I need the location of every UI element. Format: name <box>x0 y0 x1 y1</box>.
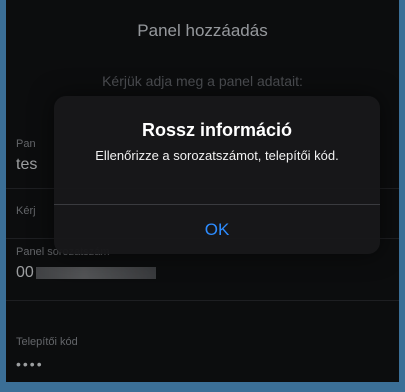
alert-title: Rossz információ <box>141 120 293 140</box>
ok-button[interactable]: OK <box>54 205 380 254</box>
screen: Panel hozzáadás Kérjük adja meg a panel … <box>6 0 399 382</box>
alert-message: Ellenőrizze a sorozatszámot, telepítői k… <box>95 148 339 163</box>
error-alert-dialog: Rossz információ Ellenőrizze a sorozatsz… <box>54 96 380 254</box>
